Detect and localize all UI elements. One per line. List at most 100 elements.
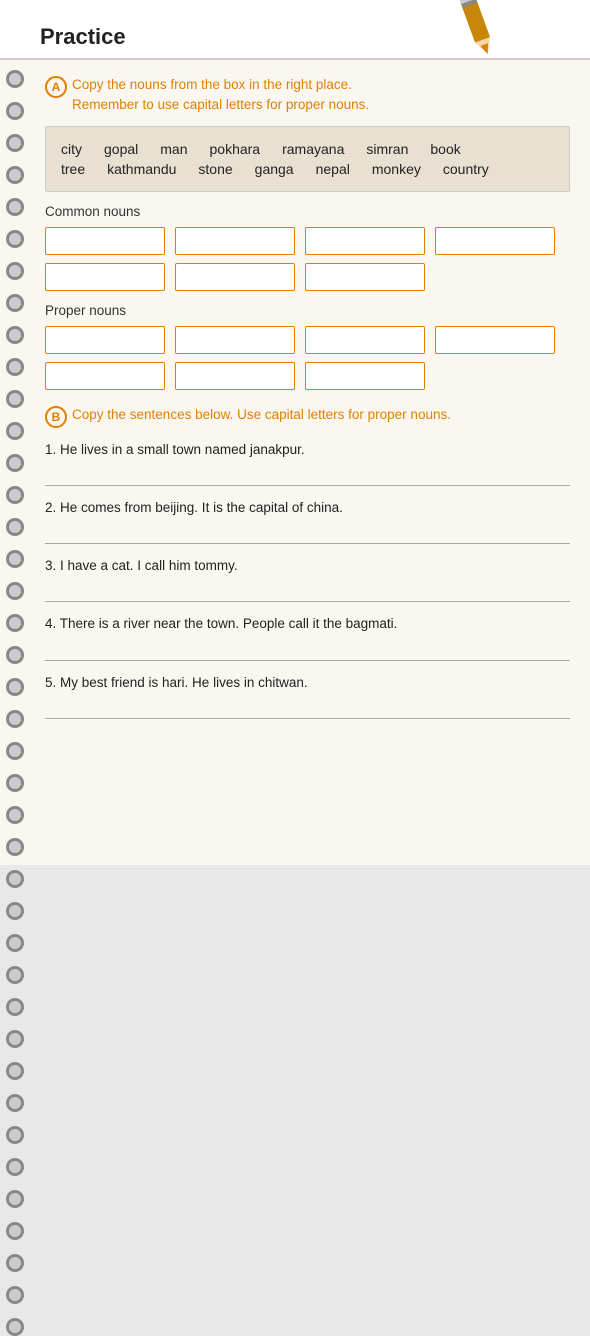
spiral-ring	[6, 1094, 24, 1112]
section-a-header: A Copy the nouns from the box in the rig…	[45, 75, 570, 116]
sentence-1-item: 1. He lives in a small town named janakp…	[45, 440, 570, 486]
section-a-instruction: Copy the nouns from the box in the right…	[72, 75, 369, 116]
spiral-ring	[6, 998, 24, 1016]
word-row-2: tree kathmandu stone ganga nepal monkey …	[61, 161, 554, 177]
common-noun-box-7[interactable]	[305, 263, 425, 291]
spiral-ring	[6, 870, 24, 888]
spiral-ring	[6, 1126, 24, 1144]
sentence-4-line	[45, 641, 570, 661]
proper-noun-box-1[interactable]	[45, 326, 165, 354]
spiral-ring	[6, 678, 24, 696]
spiral-ring	[6, 390, 24, 408]
proper-nouns-row1	[45, 326, 570, 354]
common-noun-box-3[interactable]	[305, 227, 425, 255]
spiral-ring	[6, 710, 24, 728]
proper-noun-box-6[interactable]	[175, 362, 295, 390]
word-book: book	[430, 141, 460, 157]
proper-noun-box-5[interactable]	[45, 362, 165, 390]
common-nouns-row1	[45, 227, 570, 255]
section-b: B Copy the sentences below. Use capital …	[45, 405, 570, 719]
word-stone: stone	[198, 161, 232, 177]
sentence-5-text: 5. My best friend is hari. He lives in c…	[45, 673, 570, 693]
word-monkey: monkey	[372, 161, 421, 177]
header: Practice	[0, 0, 590, 60]
spiral-ring	[6, 902, 24, 920]
sentence-4-item: 4. There is a river near the town. Peopl…	[45, 614, 570, 660]
spiral-ring	[6, 198, 24, 216]
spiral-ring	[6, 1286, 24, 1304]
sentence-5-item: 5. My best friend is hari. He lives in c…	[45, 673, 570, 719]
section-b-header: B Copy the sentences below. Use capital …	[45, 405, 570, 428]
word-kathmandu: kathmandu	[107, 161, 176, 177]
spiral-ring	[6, 1030, 24, 1048]
common-nouns-row2	[45, 263, 570, 291]
word-ramayana: ramayana	[282, 141, 344, 157]
pencil-icon	[450, 0, 510, 60]
spiral-ring	[6, 582, 24, 600]
proper-noun-box-7[interactable]	[305, 362, 425, 390]
spiral-ring	[6, 454, 24, 472]
proper-nouns-row2	[45, 362, 570, 390]
sentence-2-text: 2. He comes from beijing. It is the capi…	[45, 498, 570, 518]
sentence-5-line	[45, 699, 570, 719]
common-noun-box-6[interactable]	[175, 263, 295, 291]
page: Practice A Copy the noun	[0, 0, 590, 865]
spiral-ring	[6, 614, 24, 632]
common-nouns-label: Common nouns	[45, 204, 570, 219]
spiral-ring	[6, 102, 24, 120]
proper-noun-box-2[interactable]	[175, 326, 295, 354]
spiral-ring	[6, 1158, 24, 1176]
sentence-4-text: 4. There is a river near the town. Peopl…	[45, 614, 570, 634]
main-content: A Copy the nouns from the box in the rig…	[0, 60, 590, 865]
spiral-ring	[6, 422, 24, 440]
spiral-ring	[6, 646, 24, 664]
word-pokhara: pokhara	[210, 141, 261, 157]
spiral-ring	[6, 294, 24, 312]
section-a-circle: A	[45, 76, 67, 98]
spiral-ring	[6, 518, 24, 536]
word-simran: simran	[366, 141, 408, 157]
sentence-3-line	[45, 582, 570, 602]
spiral-binding	[0, 60, 30, 840]
spiral-ring	[6, 166, 24, 184]
proper-noun-box-3[interactable]	[305, 326, 425, 354]
spiral-ring	[6, 742, 24, 760]
section-a-line1: Copy the nouns from the box in the right…	[72, 77, 352, 92]
sentence-2-item: 2. He comes from beijing. It is the capi…	[45, 498, 570, 544]
spiral-ring	[6, 934, 24, 952]
word-tree: tree	[61, 161, 85, 177]
spiral-ring	[6, 70, 24, 88]
spiral-ring	[6, 838, 24, 856]
proper-nouns-label: Proper nouns	[45, 303, 570, 318]
page-title: Practice	[40, 24, 126, 50]
spiral-ring	[6, 358, 24, 376]
proper-nouns-section: Proper nouns	[45, 303, 570, 390]
common-noun-box-2[interactable]	[175, 227, 295, 255]
spiral-ring	[6, 486, 24, 504]
section-a-line2: Remember to use capital letters for prop…	[72, 97, 369, 112]
spiral-ring	[6, 1318, 24, 1336]
common-noun-box-1[interactable]	[45, 227, 165, 255]
common-noun-box-4[interactable]	[435, 227, 555, 255]
word-city: city	[61, 141, 82, 157]
sentence-2-line	[45, 524, 570, 544]
word-man: man	[160, 141, 187, 157]
word-country: country	[443, 161, 489, 177]
proper-noun-box-4[interactable]	[435, 326, 555, 354]
spiral-ring	[6, 1222, 24, 1240]
spiral-ring	[6, 230, 24, 248]
section-b-circle: B	[45, 406, 67, 428]
spiral-ring	[6, 1190, 24, 1208]
sentence-3-item: 3. I have a cat. I call him tommy.	[45, 556, 570, 602]
sentence-1-line	[45, 466, 570, 486]
sentence-3-text: 3. I have a cat. I call him tommy.	[45, 556, 570, 576]
word-gopal: gopal	[104, 141, 138, 157]
spiral-ring	[6, 262, 24, 280]
spiral-ring	[6, 806, 24, 824]
sentence-1-text: 1. He lives in a small town named janakp…	[45, 440, 570, 460]
spiral-ring	[6, 1254, 24, 1272]
spiral-ring	[6, 966, 24, 984]
word-box: city gopal man pokhara ramayana simran b…	[45, 126, 570, 192]
word-row-1: city gopal man pokhara ramayana simran b…	[61, 141, 554, 157]
common-noun-box-5[interactable]	[45, 263, 165, 291]
